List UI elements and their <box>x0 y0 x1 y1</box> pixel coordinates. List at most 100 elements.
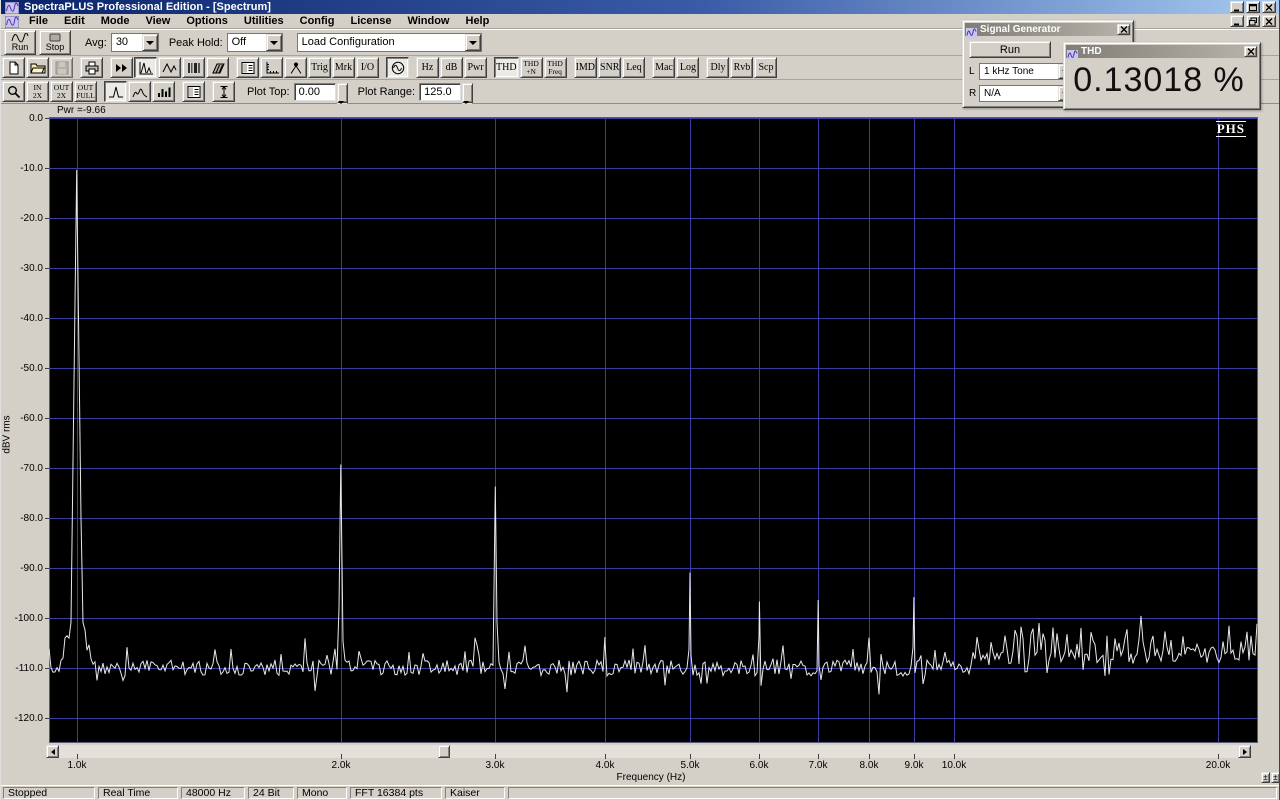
fast-forward-button[interactable] <box>110 57 133 78</box>
db-readout-button[interactable]: dB <box>440 57 463 78</box>
menu-window[interactable]: Window <box>399 14 457 28</box>
scroll-right-icon[interactable] <box>1238 745 1251 758</box>
status-24-bit: 24 Bit <box>248 787 294 799</box>
menu-config[interactable]: Config <box>292 14 343 28</box>
menu-license[interactable]: License <box>342 14 399 28</box>
y-tick-label: -30.0 <box>20 263 43 274</box>
surface-view-button[interactable] <box>206 57 229 78</box>
scrollbar-track[interactable] <box>59 745 1238 758</box>
thd-freq-readout-button[interactable]: THD Freq <box>543 57 567 78</box>
marker-button[interactable]: Mrk <box>332 57 355 78</box>
new-file-button[interactable] <box>2 57 25 78</box>
mdi-close-button[interactable] <box>1262 15 1276 27</box>
generator-run-button[interactable]: Run <box>969 41 1051 58</box>
close-button[interactable] <box>1262 1 1276 13</box>
processing-settings-button[interactable] <box>236 57 259 78</box>
right-signal-select[interactable]: N/A <box>979 85 1075 102</box>
zoom-in-2x-button[interactable]: IN 2X <box>26 81 49 102</box>
spectrum-trace <box>49 169 1258 695</box>
document-icon[interactable] <box>4 15 20 29</box>
spectrogram-view-button[interactable] <box>182 57 205 78</box>
vertical-scale-button[interactable] <box>212 81 235 102</box>
leq-readout-button[interactable]: Leq <box>622 57 646 78</box>
chevron-down-icon[interactable] <box>141 34 158 51</box>
open-file-button[interactable] <box>26 57 49 78</box>
snr-readout-button[interactable]: SNR <box>598 57 622 78</box>
left-channel-row: L 1 kHz Tone <box>969 63 1075 80</box>
plot-range-stepper[interactable]: 125.0 <box>419 82 474 123</box>
mdi-restore-button[interactable] <box>1246 15 1260 27</box>
trigger-button[interactable]: Trig <box>308 57 331 78</box>
y-tick-label: -50.0 <box>20 363 43 374</box>
load-configuration-select[interactable]: Load Configuration <box>296 33 482 52</box>
signal-generator-button[interactable] <box>386 57 409 78</box>
plot-range-value[interactable]: 125.0 <box>419 82 462 101</box>
plot-options-button[interactable] <box>182 81 205 102</box>
avg-select[interactable]: 30 <box>110 33 159 52</box>
x-zoom-plus-button[interactable]: ± <box>1271 772 1279 783</box>
thd-readout-button[interactable]: THD <box>494 57 519 78</box>
spin-up-icon[interactable] <box>462 82 474 104</box>
menu-help[interactable]: Help <box>458 14 498 28</box>
close-icon[interactable] <box>1117 24 1130 35</box>
toolbar-separator <box>229 67 235 68</box>
plot-top-stepper[interactable]: 0.00 <box>293 82 348 123</box>
imd-readout-button[interactable]: IMD <box>573 57 598 78</box>
zoom-out-2x-button[interactable]: OUT 2X <box>50 81 73 102</box>
thdn-readout-button[interactable]: THD +N <box>519 57 543 78</box>
calibration-button[interactable] <box>284 57 307 78</box>
chevron-down-icon[interactable] <box>464 34 481 51</box>
save-file-button[interactable] <box>50 57 73 78</box>
toolbar-separator <box>487 67 493 68</box>
fill-plot-button[interactable] <box>128 81 151 102</box>
left-signal-select[interactable]: 1 kHz Tone <box>979 63 1075 80</box>
menu-edit[interactable]: Edit <box>56 14 93 28</box>
hz-readout-button[interactable]: Hz <box>416 57 439 78</box>
stop-button[interactable]: Stop <box>39 30 71 55</box>
toolbar-separator <box>175 91 181 92</box>
x-tick-mark <box>77 754 78 759</box>
logging-button[interactable]: Log <box>676 57 700 78</box>
peak-hold-select[interactable]: Off <box>226 33 283 52</box>
plot-top-value[interactable]: 0.00 <box>293 82 336 101</box>
menu-options[interactable]: Options <box>178 14 236 28</box>
horizontal-scrollbar[interactable] <box>46 745 1251 758</box>
minimize-button[interactable] <box>1230 1 1244 13</box>
run-button[interactable]: Run <box>4 30 36 55</box>
print-button[interactable] <box>80 57 103 78</box>
power-readout-button[interactable]: Pwr <box>464 57 487 78</box>
options-list-icon <box>186 85 202 99</box>
y-tick-label: -20.0 <box>20 213 43 224</box>
plot-range-label: Plot Range: <box>357 85 416 98</box>
menu-file[interactable]: File <box>21 14 56 28</box>
scope-button[interactable]: Scp <box>754 57 778 78</box>
close-icon[interactable] <box>1244 46 1257 57</box>
x-zoom-minus-button[interactable]: ± <box>1261 772 1270 783</box>
signal-generator-title-bar[interactable]: Signal Generator <box>965 23 1131 38</box>
time-series-view-button[interactable] <box>158 57 181 78</box>
zoom-button[interactable] <box>2 81 25 102</box>
line-plot-button[interactable] <box>104 81 127 102</box>
menu-mode[interactable]: Mode <box>93 14 138 28</box>
reverb-button[interactable]: Rvb <box>730 57 754 78</box>
io-button[interactable]: I/O <box>356 57 379 78</box>
scaling-button[interactable] <box>260 57 283 78</box>
macro-button[interactable]: Mac <box>652 57 676 78</box>
bar-plot-button[interactable] <box>152 81 175 102</box>
chevron-down-icon[interactable] <box>265 34 282 51</box>
maximize-button[interactable] <box>1246 1 1260 13</box>
delay-button[interactable]: Dly <box>706 57 730 78</box>
menu-view[interactable]: View <box>137 14 178 28</box>
zoom-out-full-button[interactable]: OUT FULL <box>74 81 97 102</box>
menu-utilities[interactable]: Utilities <box>236 14 292 28</box>
thd-freq-readout-button-label: Freq <box>548 66 562 76</box>
thd-title-bar[interactable]: THD <box>1066 45 1258 60</box>
scrollbar-thumb[interactable] <box>438 745 450 758</box>
mdi-minimize-button[interactable] <box>1230 15 1244 27</box>
scroll-left-icon[interactable] <box>46 745 59 758</box>
thd-window[interactable]: THD 0.13018 % <box>1063 42 1261 110</box>
spectrum-view-button[interactable] <box>134 57 157 78</box>
spin-up-icon[interactable] <box>336 82 348 104</box>
title-bar[interactable]: SpectraPLUS Professional Edition - [Spec… <box>1 0 1279 15</box>
spectrum-plot[interactable]: PHS <box>49 117 1258 743</box>
